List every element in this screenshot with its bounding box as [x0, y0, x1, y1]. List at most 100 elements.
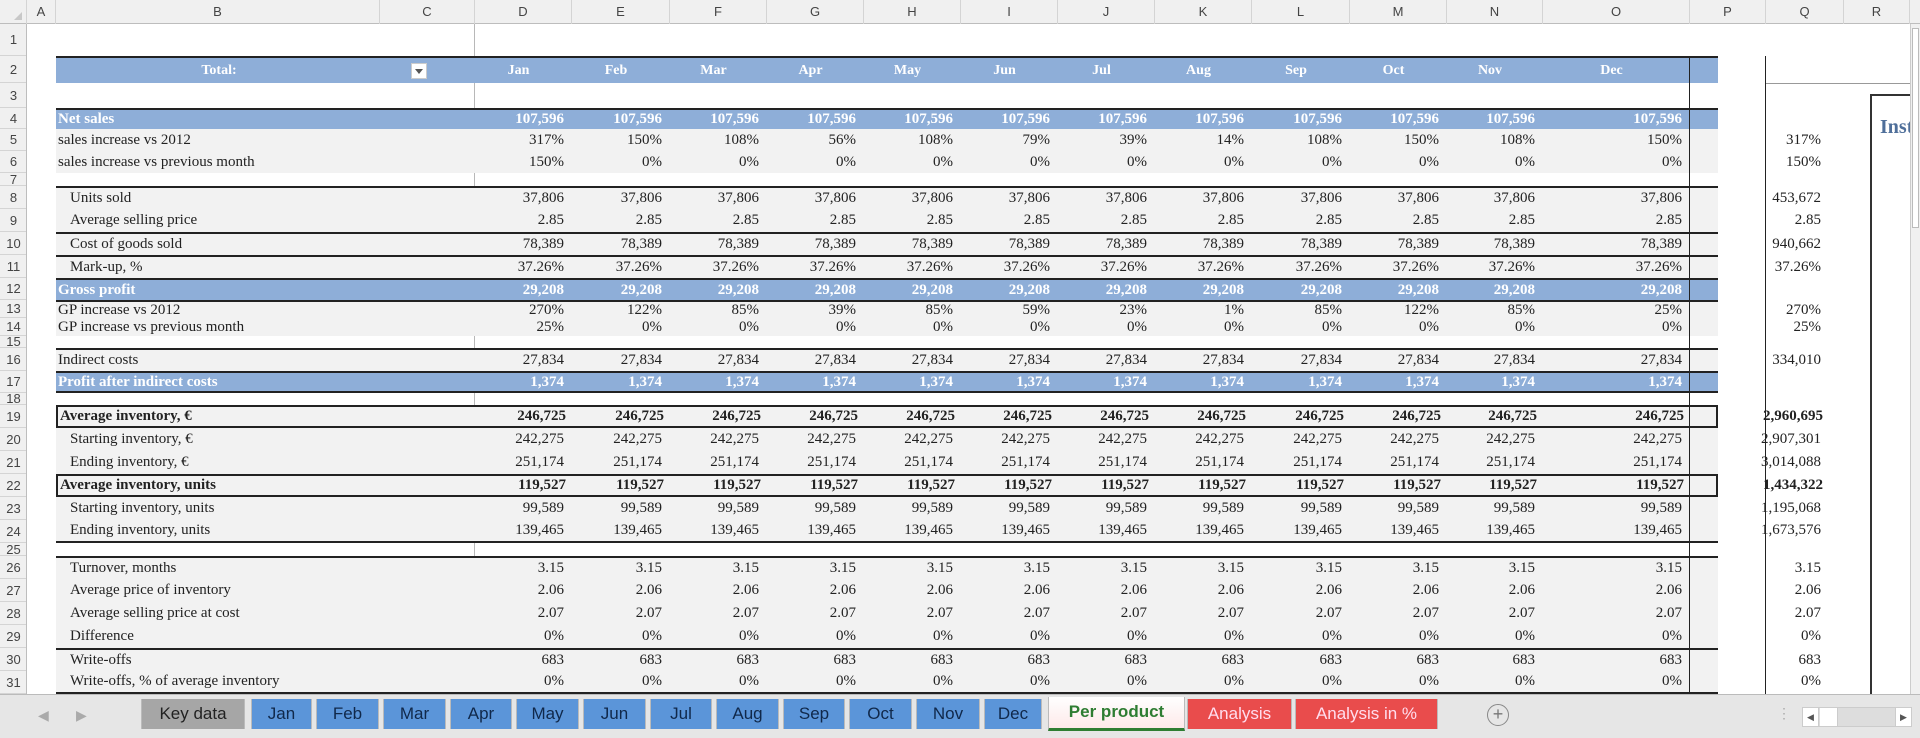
row-label[interactable]: Units sold — [56, 188, 380, 209]
sheet-tab-dec[interactable]: Dec — [984, 699, 1042, 729]
cell-value[interactable]: 246,725 — [864, 407, 961, 426]
cell-value[interactable]: 2.06 — [1445, 579, 1541, 602]
cell-value[interactable]: 251,174 — [862, 451, 959, 474]
cell-value[interactable]: 3.15 — [959, 558, 1056, 579]
row-header-14[interactable]: 14 — [0, 318, 26, 336]
cell-value[interactable]: 119,527 — [1058, 476, 1155, 495]
cell-value[interactable]: 242,275 — [668, 428, 765, 451]
cell-value[interactable]: 2.06 — [862, 579, 959, 602]
cell-value[interactable]: 242,275 — [765, 428, 862, 451]
row-header-29[interactable]: 29 — [0, 625, 26, 648]
row-header-27[interactable]: 27 — [0, 579, 26, 602]
cell-value[interactable]: 119,527 — [1252, 476, 1350, 495]
column-header-k[interactable]: K — [1155, 0, 1252, 24]
cell-value[interactable]: 0% — [959, 671, 1056, 692]
month-header-jun[interactable]: Jun — [959, 58, 1056, 83]
vertical-scroll-thumb[interactable] — [1912, 28, 1919, 228]
cell-value[interactable]: 37,806 — [862, 188, 959, 209]
row-header-22[interactable]: 22 — [0, 474, 26, 497]
cell-value[interactable]: 683 — [1250, 650, 1348, 671]
cell-value[interactable]: 25% — [473, 318, 570, 336]
cell-value[interactable]: 246,725 — [572, 407, 670, 426]
sheet-tab-may[interactable]: May — [516, 699, 579, 729]
cell-value[interactable]: 2.06 — [473, 579, 570, 602]
total-cell-value[interactable]: 1,673,576 — [1688, 520, 1827, 541]
cell-value[interactable]: 0% — [1541, 625, 1688, 648]
cell-value[interactable]: 2.07 — [765, 602, 862, 625]
cell-value[interactable]: 2.07 — [668, 602, 765, 625]
cell-value[interactable]: 242,275 — [1056, 428, 1153, 451]
cell-value[interactable]: 119,527 — [1543, 476, 1690, 495]
cell-value[interactable]: 78,389 — [1348, 234, 1445, 255]
cell-value[interactable]: 119,527 — [670, 476, 767, 495]
cell-value[interactable]: 2.07 — [473, 602, 570, 625]
row-label[interactable]: Average selling price — [56, 209, 380, 232]
cell-value[interactable]: 1,374 — [959, 373, 1056, 391]
cell-value[interactable]: 27,834 — [862, 350, 959, 371]
cell-value[interactable]: 29,208 — [765, 280, 862, 300]
cell-value[interactable]: 2.85 — [1056, 209, 1153, 232]
sheet-tab-feb[interactable]: Feb — [316, 699, 379, 729]
cell-value[interactable]: 119,527 — [572, 476, 670, 495]
column-header-g[interactable]: G — [767, 0, 864, 24]
cell-value[interactable]: 3.15 — [1348, 558, 1445, 579]
cell-value[interactable]: 27,834 — [1056, 350, 1153, 371]
cell-value[interactable]: 37.26% — [570, 257, 668, 278]
vertical-scrollbar[interactable] — [1910, 24, 1920, 694]
sheet-tab-jun[interactable]: Jun — [583, 699, 646, 729]
cell-value[interactable]: 2.85 — [765, 209, 862, 232]
cell-value[interactable]: 107,596 — [1348, 110, 1445, 129]
cell-value[interactable]: 683 — [1445, 650, 1541, 671]
row-label[interactable]: Indirect costs — [56, 350, 380, 371]
cell-value[interactable]: 99,589 — [473, 497, 570, 520]
cell-value[interactable]: 108% — [1445, 129, 1541, 151]
cell-value[interactable]: 0% — [1348, 318, 1445, 336]
cell-value[interactable]: 2.06 — [1250, 579, 1348, 602]
cell-value[interactable]: 37.26% — [765, 257, 862, 278]
row-label[interactable]: Gross profit — [56, 280, 380, 300]
cell-value[interactable]: 139,465 — [1250, 520, 1348, 541]
sheet-tab-key-data[interactable]: Key data — [141, 699, 245, 729]
cell-value[interactable]: 242,275 — [1445, 428, 1541, 451]
cell-value[interactable]: 0% — [1541, 671, 1688, 692]
row-header-26[interactable]: 26 — [0, 556, 26, 579]
row-label[interactable]: Profit after indirect costs — [56, 373, 380, 391]
row-header-1[interactable]: 1 — [0, 24, 26, 56]
cell-value[interactable]: 79% — [959, 129, 1056, 151]
cell-value[interactable]: 0% — [1153, 318, 1250, 336]
total-cell-value[interactable]: 150% — [1688, 151, 1827, 173]
cell-value[interactable]: 85% — [1250, 302, 1348, 318]
cell-value[interactable]: 683 — [959, 650, 1056, 671]
cell-value[interactable]: 1,374 — [862, 373, 959, 391]
cell-value[interactable]: 1,374 — [570, 373, 668, 391]
cell-value[interactable]: 78,389 — [1056, 234, 1153, 255]
cell-value[interactable]: 0% — [765, 625, 862, 648]
cell-value[interactable]: 99,589 — [1153, 497, 1250, 520]
cell-value[interactable]: 139,465 — [862, 520, 959, 541]
row-label[interactable]: sales increase vs previous month — [56, 151, 380, 173]
sheet-tab-sep[interactable]: Sep — [783, 699, 845, 729]
cell-value[interactable]: 119,527 — [1155, 476, 1252, 495]
total-cell-value[interactable]: 2.85 — [1688, 209, 1827, 232]
row-label[interactable]: Average selling price at cost — [56, 602, 380, 625]
cell-value[interactable]: 0% — [862, 625, 959, 648]
cell-value[interactable]: 683 — [1348, 650, 1445, 671]
cell-value[interactable]: 27,834 — [1541, 350, 1688, 371]
cell-value[interactable]: 0% — [862, 318, 959, 336]
cell-value[interactable]: 29,208 — [959, 280, 1056, 300]
cell-value[interactable]: 251,174 — [1445, 451, 1541, 474]
row-label[interactable]: Difference — [56, 625, 380, 648]
row-label[interactable]: Mark-up, % — [56, 257, 380, 278]
row-label[interactable]: Starting inventory, € — [56, 428, 380, 451]
cell-value[interactable]: 27,834 — [1348, 350, 1445, 371]
cell-value[interactable]: 29,208 — [1348, 280, 1445, 300]
cell-value[interactable]: 0% — [1250, 625, 1348, 648]
cell-value[interactable]: 108% — [1250, 129, 1348, 151]
row-header-17[interactable]: 17 — [0, 371, 26, 393]
cell-value[interactable]: 1,374 — [1445, 373, 1541, 391]
cell-value[interactable]: 139,465 — [473, 520, 570, 541]
row-label[interactable]: Average inventory, units — [58, 476, 382, 495]
cell-value[interactable]: 0% — [959, 318, 1056, 336]
row-header-23[interactable]: 23 — [0, 497, 26, 520]
cell-value[interactable]: 37.26% — [1056, 257, 1153, 278]
